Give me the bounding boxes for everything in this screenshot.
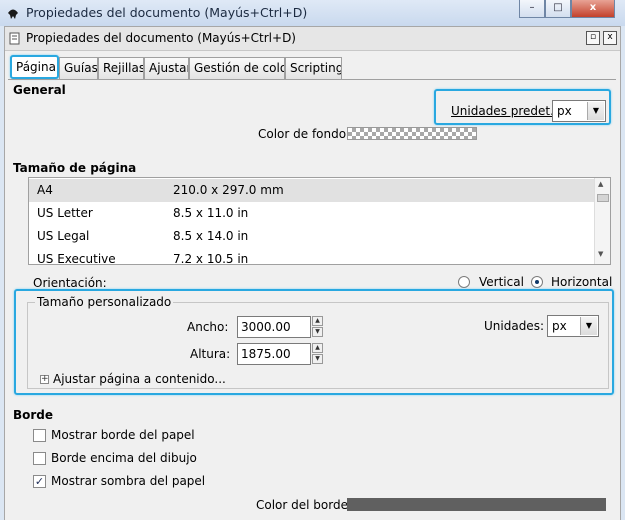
show-shadow-label[interactable]: Mostrar sombra del papel [51, 474, 205, 488]
border-color-swatch[interactable] [347, 498, 606, 511]
orientation-horizontal-label[interactable]: Horizontal [551, 275, 612, 289]
default-units-value: px [557, 104, 572, 118]
orientation-label: Orientación: [33, 276, 107, 290]
custom-units-value: px [552, 319, 567, 333]
height-input[interactable]: 1875.00 [237, 343, 311, 365]
general-heading: General [13, 83, 66, 97]
tab-pagina[interactable]: Página [10, 55, 59, 79]
tab-gestion-de-color[interactable]: Gestión de color [189, 57, 285, 79]
width-label: Ancho: [187, 320, 229, 334]
page-size-dimensions: 8.5 x 14.0 in [173, 229, 249, 243]
scroll-down-icon[interactable]: ▼ [598, 250, 603, 258]
border-on-top-checkbox[interactable] [33, 452, 46, 465]
border-color-label: Color del borde: [256, 498, 353, 512]
page-size-heading: Tamaño de página [13, 161, 137, 175]
fit-page-to-content-expander[interactable]: Ajustar página a contenido... [53, 372, 226, 386]
scroll-thumb[interactable] [597, 194, 609, 202]
orientation-vertical-radio[interactable] [458, 276, 470, 288]
minimize-button[interactable]: – [519, 0, 545, 18]
background-color-label: Color de fondo: [258, 127, 351, 141]
detach-panel-button[interactable]: ▫ [586, 31, 600, 45]
scroll-up-icon[interactable]: ▲ [598, 180, 603, 188]
custom-units-select[interactable]: px ▼ [547, 315, 599, 337]
background-color-swatch[interactable] [347, 127, 477, 140]
page-size-dimensions: 8.5 x 11.0 in [173, 206, 249, 220]
tab-guias[interactable]: Guías [59, 57, 98, 79]
orientation-vertical-label[interactable]: Vertical [479, 275, 524, 289]
chevron-down-icon: ▼ [580, 317, 597, 335]
width-increment-button[interactable]: ▲ [312, 316, 323, 326]
list-item[interactable]: A4 210.0 x 297.0 mm [29, 179, 595, 202]
expand-icon[interactable]: + [40, 375, 49, 384]
close-window-button[interactable]: x [571, 0, 615, 18]
tab-ajustar[interactable]: Ajustar [144, 57, 189, 79]
tab-divider [8, 79, 616, 80]
tab-scripting[interactable]: Scripting [285, 57, 342, 79]
default-units-label: Unidades predet.: [451, 104, 558, 118]
show-border-label[interactable]: Mostrar borde del papel [51, 428, 195, 442]
chevron-down-icon: ▼ [587, 102, 604, 120]
show-shadow-checkbox[interactable]: ✓ [33, 475, 46, 488]
custom-size-legend: Tamaño personalizado [35, 295, 174, 309]
height-decrement-button[interactable]: ▼ [312, 354, 323, 364]
orientation-horizontal-radio[interactable] [531, 276, 543, 288]
page-size-name: US Legal [37, 229, 90, 243]
close-panel-button[interactable]: x [603, 31, 617, 45]
panel-title: Propiedades del documento (Mayús+Ctrl+D) [26, 31, 296, 45]
width-decrement-button[interactable]: ▼ [312, 327, 323, 337]
list-item[interactable]: US Letter 8.5 x 11.0 in [29, 202, 595, 225]
border-heading: Borde [13, 408, 54, 422]
list-item[interactable]: US Legal 8.5 x 14.0 in [29, 225, 595, 248]
page-size-name: US Letter [37, 206, 93, 220]
page-size-name: A4 [37, 183, 53, 197]
height-label: Altura: [190, 347, 231, 361]
custom-units-label: Unidades: [484, 319, 544, 333]
show-border-checkbox[interactable] [33, 429, 46, 442]
window-title: Propiedades del documento (Mayús+Ctrl+D) [26, 5, 308, 20]
tab-rejillas[interactable]: Rejillas [98, 57, 144, 79]
default-units-select[interactable]: px ▼ [552, 100, 606, 122]
page-size-dimensions: 210.0 x 297.0 mm [173, 183, 284, 197]
list-item[interactable]: US Executive 7.2 x 10.5 in [29, 248, 595, 265]
list-scrollbar[interactable]: ▲ ▼ [594, 178, 610, 264]
border-on-top-label[interactable]: Borde encima del dibujo [51, 451, 197, 465]
page-size-dimensions: 7.2 x 10.5 in [173, 252, 249, 265]
width-input[interactable]: 3000.00 [237, 316, 311, 338]
page-size-name: US Executive [37, 252, 116, 265]
page-size-list[interactable]: A4 210.0 x 297.0 mm US Letter 8.5 x 11.0… [28, 177, 611, 265]
height-increment-button[interactable]: ▲ [312, 343, 323, 353]
document-icon [9, 32, 21, 45]
maximize-button[interactable]: □ [545, 0, 571, 18]
app-icon [6, 6, 20, 20]
